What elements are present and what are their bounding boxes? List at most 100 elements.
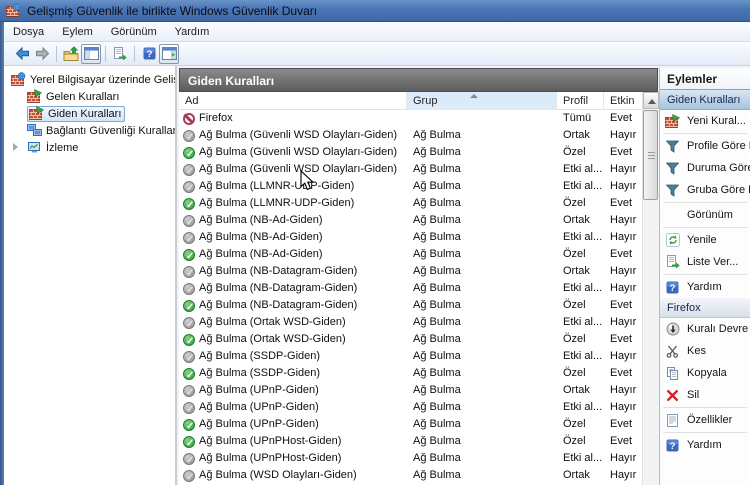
rule-row[interactable]: Ağ Bulma (SSDP-Giden) Ağ Bulma Etki al... H…	[179, 348, 642, 365]
rule-row[interactable]: Ağ Bulma (NB-Ad-Giden) Ağ Bulma Özel Evet	[179, 246, 642, 263]
svg-text:?: ?	[670, 283, 676, 294]
rule-on-icon	[183, 197, 195, 212]
rule-name-cell: Ağ Bulma (Güvenli WSD Olayları-Giden)	[183, 161, 405, 178]
action-item[interactable]: Gruba Göre Filtre Uygula	[660, 179, 750, 201]
rule-row[interactable]: Ağ Bulma (WSD Olayları-Giden) Ağ Bulma Ort…	[179, 467, 642, 484]
action-item[interactable]: ? Yardım	[660, 276, 750, 298]
expander-icon[interactable]	[13, 143, 18, 151]
sidebar-item-giden-kurallar-[interactable]: Giden Kuralları	[4, 105, 175, 122]
rule-name: Ağ Bulma (Ortak WSD-Giden)	[199, 333, 346, 345]
action-label: Sil	[687, 389, 700, 401]
scrollbar-up-button[interactable]	[643, 92, 659, 109]
rule-row[interactable]: Ağ Bulma (SSDP-Giden) Ağ Bulma Özel Evet	[179, 365, 642, 382]
rule-row[interactable]: Ağ Bulma (Ortak WSD-Giden) Ağ Bulma Etki a…	[179, 314, 642, 331]
help-button[interactable]: ?	[139, 44, 159, 64]
tree-item-content: Bağlantı Güvenliği Kuralları	[27, 123, 175, 138]
action-label: Liste Ver...	[687, 256, 739, 268]
action-item[interactable]: Sil	[660, 384, 750, 406]
action-label: Yardım	[687, 439, 722, 451]
toolbar-separator	[105, 45, 106, 62]
rule-row[interactable]: Ağ Bulma (NB-Datagram-Giden) Ağ Bulma Özel…	[179, 297, 642, 314]
rule-group: Ağ Bulma	[413, 401, 461, 413]
action-item[interactable]: Liste Ver...	[660, 251, 750, 273]
action-item[interactable]: ? Yardım	[660, 434, 750, 456]
sidebar-item-ba-lant-g-venli-i-kurallar-[interactable]: Bağlantı Güvenliği Kuralları	[4, 122, 175, 139]
rule-row[interactable]: Ağ Bulma (Ortak WSD-Giden) Ağ Bulma Özel Ev…	[179, 331, 642, 348]
help-icon: ?	[665, 281, 680, 294]
rule-enabled: Hayır	[610, 452, 637, 464]
actions-section-header[interactable]: Firefox	[660, 298, 750, 318]
action-item[interactable]: Kes	[660, 340, 750, 362]
action-item[interactable]: Görünüm	[660, 204, 750, 226]
rule-off-icon	[183, 350, 195, 365]
column-header-profil[interactable]: Profil	[557, 92, 604, 110]
show-action-pane-button[interactable]	[159, 43, 179, 64]
up-one-level-button[interactable]	[61, 44, 81, 64]
rule-row[interactable]: Ağ Bulma (UPnP-Giden) Ağ Bulma Özel Evet	[179, 416, 642, 433]
menu-item-2[interactable]: Eylem	[53, 22, 102, 42]
rule-name: Ağ Bulma (Güvenli WSD Olayları-Giden)	[199, 163, 398, 175]
column-header-etkin[interactable]: Etkin	[604, 92, 642, 110]
rule-row[interactable]: Ağ Bulma (NB-Datagram-Giden) Ağ Bulma Orta…	[179, 263, 642, 280]
tree-root-item[interactable]: Yerel Bilgisayar üzerinde Gelişmiş Güven…	[4, 71, 175, 88]
rule-row[interactable]: Ağ Bulma (UPnPHost-Giden) Ağ Bulma Etki al…	[179, 450, 642, 467]
rule-off-icon	[183, 129, 195, 144]
scrollbar-thumb[interactable]	[643, 110, 658, 200]
rule-row[interactable]: Ağ Bulma (UPnPHost-Giden) Ağ Bulma Özel Eve…	[179, 433, 642, 450]
sidebar-item-gelen-kurallar-[interactable]: Gelen Kuralları	[4, 88, 175, 105]
rule-profile: Özel	[563, 197, 586, 209]
back-button[interactable]	[12, 44, 32, 64]
export-list-icon	[113, 46, 127, 61]
action-item[interactable]: Kopyala	[660, 362, 750, 384]
rule-group: Ağ Bulma	[413, 146, 461, 158]
action-item[interactable]: Özellikler	[660, 409, 750, 431]
actions-separator	[663, 274, 747, 275]
action-item[interactable]: Yeni Kural...	[660, 110, 750, 132]
rule-name-cell: Ağ Bulma (WSD Olayları-Giden)	[183, 467, 405, 484]
rule-row[interactable]: Ağ Bulma (UPnP-Giden) Ağ Bulma Ortak Hayır	[179, 382, 642, 399]
action-label: Kes	[687, 345, 706, 357]
action-item[interactable]: Yenile	[660, 229, 750, 251]
rule-row[interactable]: Ağ Bulma (Güvenli WSD Olayları-Giden) Ağ …	[179, 127, 642, 144]
rule-row[interactable]: Ağ Bulma (LLMNR-UDP-Giden) Ağ Bulma Özel Ev…	[179, 195, 642, 212]
rule-row[interactable]: Ağ Bulma (Güvenli WSD Olayları-Giden) Ağ …	[179, 144, 642, 161]
action-item[interactable]: Kuralı Devre Dışı Bırak	[660, 318, 750, 340]
filter-icon	[665, 162, 680, 175]
sidebar-item-i-zleme[interactable]: İzleme	[4, 139, 175, 156]
rule-row[interactable]: Ağ Bulma (LLMNR-UDP-Giden) Ağ Bulma Etki a…	[179, 178, 642, 195]
show-console-tree-button[interactable]	[81, 43, 101, 64]
rule-row[interactable]: Ağ Bulma (NB-Datagram-Giden) Ağ Bulma Etki…	[179, 280, 642, 297]
rule-row[interactable]: Ağ Bulma (NB-Ad-Giden) Ağ Bulma Etki al...…	[179, 229, 642, 246]
sort-ascending-icon	[470, 94, 478, 98]
action-item[interactable]: Profile Göre Filtre Uygula	[660, 135, 750, 157]
action-item[interactable]: Duruma Göre Filtre Uygula	[660, 157, 750, 179]
column-header-grup[interactable]: Grup	[407, 92, 557, 110]
menu-item-1[interactable]: Dosya	[4, 22, 53, 42]
rule-row[interactable]: Ağ Bulma (UPnP-Giden) Ağ Bulma Etki al... H…	[179, 399, 642, 416]
rule-row[interactable]: Firefox Tümü Evet	[179, 110, 642, 127]
menu-item-3[interactable]: Görünüm	[102, 22, 166, 42]
rule-enabled: Evet	[610, 418, 633, 430]
rule-name: Ağ Bulma (UPnP-Giden)	[199, 401, 319, 413]
forward-button[interactable]	[32, 44, 52, 64]
menu-item-4[interactable]: Yardım	[166, 22, 219, 42]
actions-section-header[interactable]: Giden Kuralları	[660, 90, 750, 110]
export-list-button[interactable]	[110, 44, 130, 64]
rule-row[interactable]: Ağ Bulma (Güvenli WSD Olayları-Giden) Ağ …	[179, 161, 642, 178]
rule-enabled: Hayır	[610, 401, 637, 413]
filter-icon	[665, 184, 680, 197]
rule-name: Ağ Bulma (NB-Datagram-Giden)	[199, 265, 358, 277]
list-scrollbar[interactable]	[642, 92, 659, 485]
help-icon: ?	[143, 47, 156, 60]
rule-enabled: Evet	[610, 112, 633, 124]
column-header-ad[interactable]: Ad	[179, 92, 407, 110]
rule-group: Ağ Bulma	[413, 367, 461, 379]
rule-row[interactable]: Ağ Bulma (NB-Ad-Giden) Ağ Bulma Ortak Hayır	[179, 212, 642, 229]
help-icon: ?	[665, 439, 680, 452]
rule-profile: Ortak	[563, 469, 590, 481]
rule-name-cell: Ağ Bulma (Güvenli WSD Olayları-Giden)	[183, 144, 405, 161]
firewall-rule-icon	[27, 89, 42, 104]
rule-enabled: Evet	[610, 248, 633, 260]
rule-group: Ağ Bulma	[413, 384, 461, 396]
action-label: Gruba Göre Filtre Uygula	[687, 184, 750, 196]
